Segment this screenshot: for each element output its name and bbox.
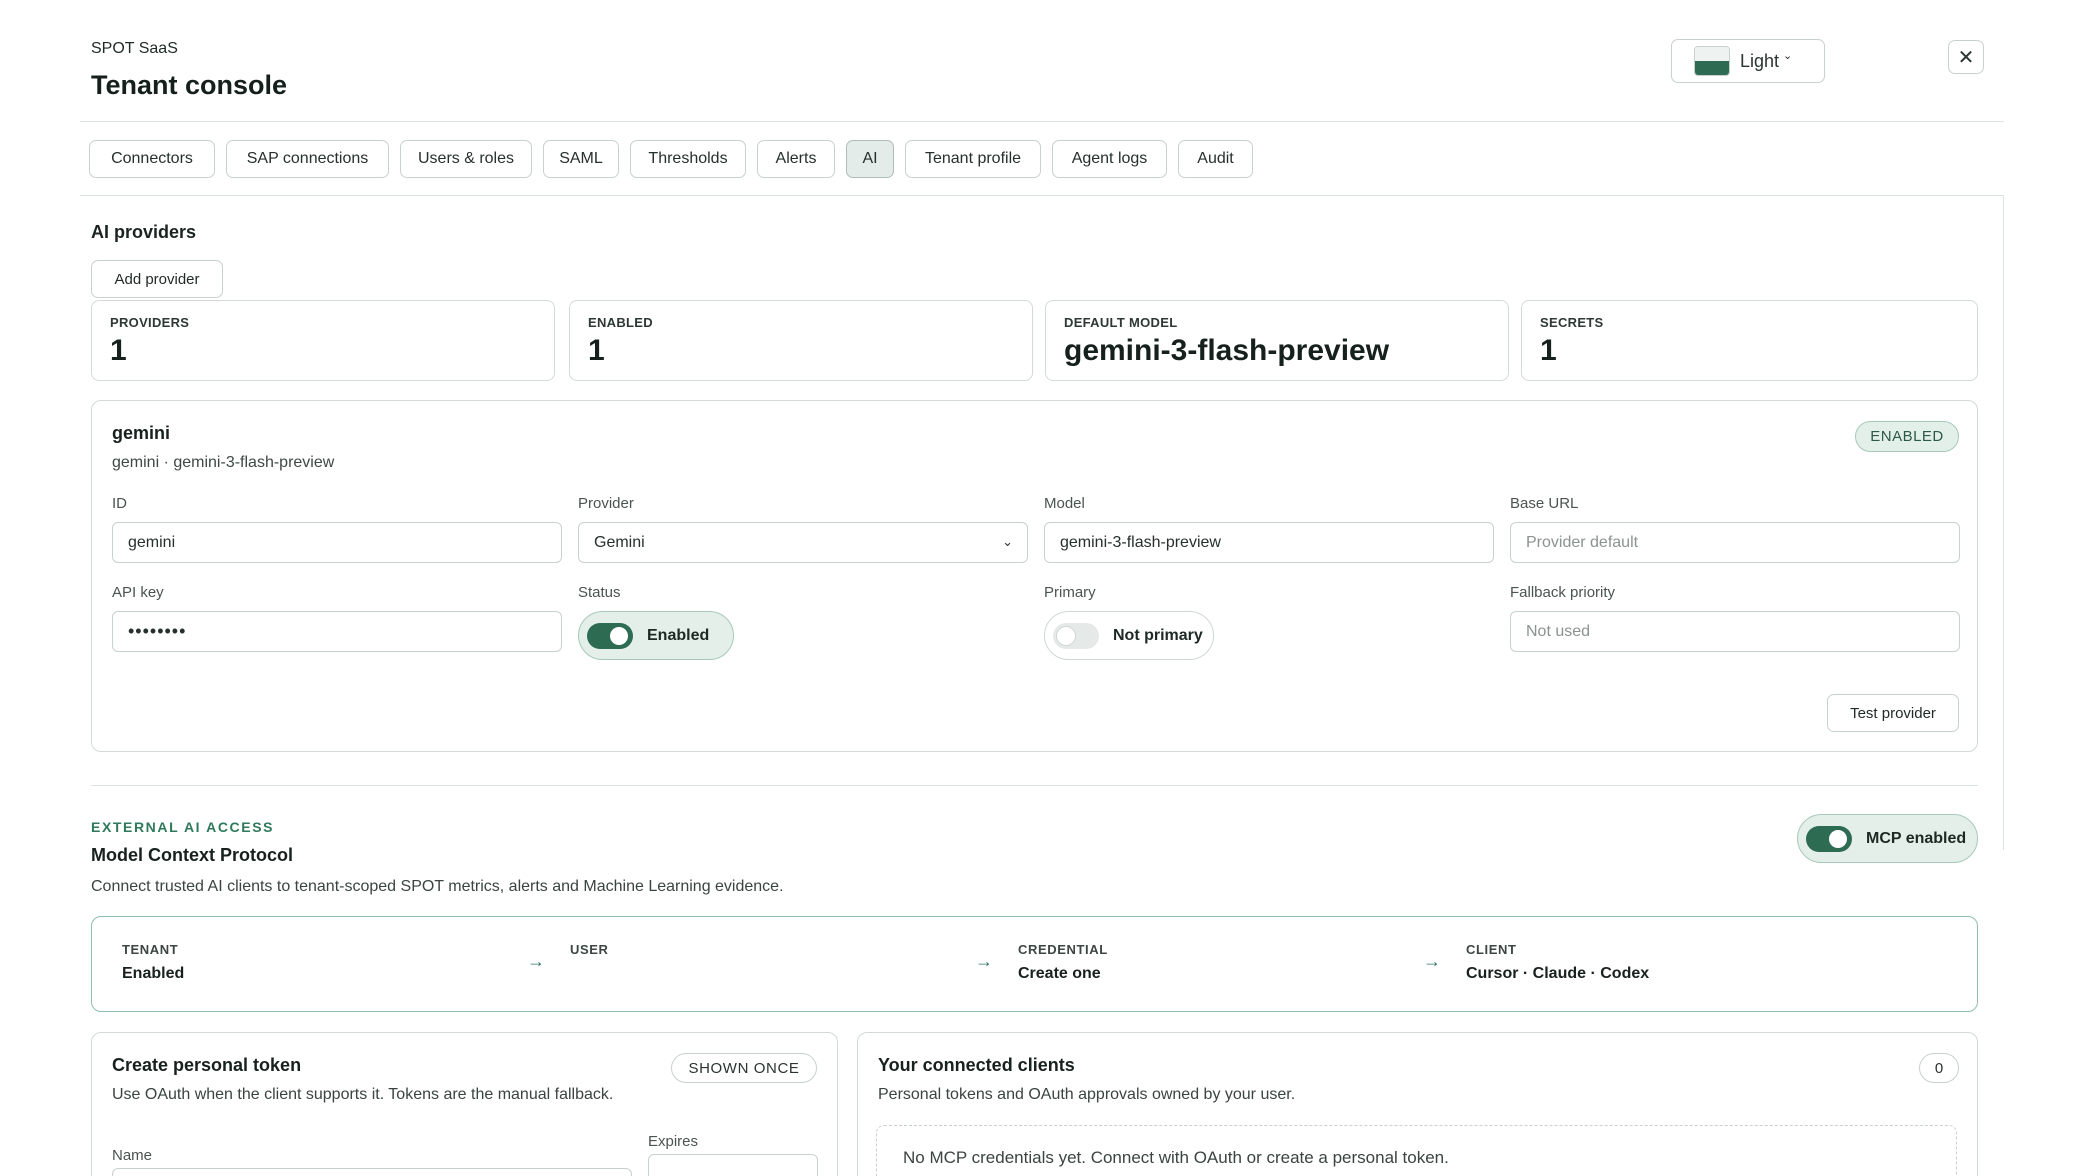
model-label: Model <box>1044 495 1085 512</box>
stat-value: 1 <box>588 334 605 367</box>
primary-toggle[interactable]: Not primary <box>1044 611 1214 660</box>
fallback-priority-label: Fallback priority <box>1510 584 1616 601</box>
arrow-right-icon: → <box>527 951 545 971</box>
status-badge: ENABLED <box>1855 421 1959 452</box>
stat-label: SECRETS <box>1540 315 1604 330</box>
mcp-title: Model Context Protocol <box>91 845 293 865</box>
empty-state: No MCP credentials yet. Connect with OAu… <box>876 1125 1957 1176</box>
stat-value: 1 <box>110 334 127 367</box>
api-key-label: API key <box>112 584 164 601</box>
flow-step-value: Cursor · Claude · Codex <box>1466 965 1650 982</box>
stat-label: PROVIDERS <box>110 315 190 330</box>
panel-divider <box>80 195 2004 196</box>
id-label: ID <box>112 495 127 512</box>
mcp-enabled-toggle[interactable]: MCP enabled <box>1797 814 1978 863</box>
header-divider <box>80 121 2004 122</box>
api-key-input[interactable]: •••••••• <box>112 611 562 652</box>
panel-edge <box>2003 195 2004 850</box>
flow-step-user: USER <box>570 942 609 965</box>
flow-step-value: Enabled <box>122 965 185 982</box>
flow-step-label: TENANT <box>122 942 179 957</box>
tab-connectors[interactable]: Connectors <box>89 140 215 178</box>
tab-tenant-profile[interactable]: Tenant profile <box>905 140 1041 178</box>
theme-select[interactable]: Light ⌄ <box>1671 39 1825 83</box>
tab-alerts[interactable]: Alerts <box>757 140 835 178</box>
access-flow: TENANT Enabled → USER → CREDENTIAL Creat… <box>91 916 1978 1012</box>
flow-step-credential: CREDENTIAL Create one <box>1018 942 1108 983</box>
status-toggle-label: Enabled <box>647 626 710 644</box>
brand-label: SPOT SaaS <box>91 40 178 57</box>
provider-label: Provider <box>578 495 634 512</box>
tab-saml[interactable]: SAML <box>543 140 619 178</box>
mcp-description: Connect trusted AI clients to tenant-sco… <box>91 878 784 895</box>
page-title: Tenant console <box>91 70 288 100</box>
provider-card: gemini gemini · gemini-3-flash-preview E… <box>91 400 1978 752</box>
arrow-right-icon: → <box>975 951 993 971</box>
fallback-priority-input[interactable]: Not used <box>1510 611 1960 652</box>
token-expires-label: Expires <box>648 1133 699 1150</box>
model-input[interactable]: gemini-3-flash-preview <box>1044 522 1494 563</box>
shown-once-badge: SHOWN ONCE <box>671 1053 817 1083</box>
toggle-switch <box>1053 622 1099 649</box>
toggle-switch <box>587 622 633 649</box>
clients-card-title: Your connected clients <box>878 1055 1075 1075</box>
base-url-input[interactable]: Provider default <box>1510 522 1960 563</box>
token-card-title: Create personal token <box>112 1055 302 1075</box>
stat-card-secrets: SECRETS 1 <box>1521 300 1978 381</box>
status-label: Status <box>578 584 621 601</box>
tab-ai[interactable]: AI <box>846 140 894 178</box>
primary-toggle-label: Not primary <box>1113 626 1203 644</box>
mcp-eyebrow: EXTERNAL AI ACCESS <box>91 819 275 835</box>
add-provider-button[interactable]: Add provider <box>91 260 223 298</box>
stat-label: ENABLED <box>588 315 653 330</box>
tab-agent-logs[interactable]: Agent logs <box>1052 140 1167 178</box>
stat-value: 1 <box>1540 334 1557 367</box>
clients-count-badge: 0 <box>1919 1053 1959 1083</box>
flow-step-tenant: TENANT Enabled <box>122 942 184 983</box>
provider-name: gemini <box>112 423 171 443</box>
clients-card-description: Personal tokens and OAuth approvals owne… <box>878 1086 1296 1103</box>
stat-label: DEFAULT MODEL <box>1064 315 1178 330</box>
toggle-switch <box>1806 825 1852 852</box>
stat-value: gemini-3-flash-preview <box>1064 334 1390 367</box>
stat-card-providers: PROVIDERS 1 <box>91 300 555 381</box>
token-card-description: Use OAuth when the client supports it. T… <box>112 1086 614 1103</box>
tab-users-roles[interactable]: Users & roles <box>400 140 532 178</box>
stat-card-default-model: DEFAULT MODEL gemini-3-flash-preview <box>1045 300 1509 381</box>
token-expires-input[interactable] <box>648 1154 818 1176</box>
tab-bar: Connectors SAP connections Users & roles… <box>89 140 1264 178</box>
ai-providers-heading: AI providers <box>91 222 197 242</box>
token-name-input[interactable] <box>112 1168 632 1176</box>
chevron-down-icon: ⌄ <box>1783 49 1793 62</box>
token-name-label: Name <box>112 1147 153 1164</box>
id-input[interactable]: gemini <box>112 522 562 563</box>
flow-step-value: Create one <box>1018 965 1101 982</box>
personal-token-card: Create personal token SHOWN ONCE Use OAu… <box>91 1032 838 1176</box>
tab-thresholds[interactable]: Thresholds <box>630 140 746 178</box>
theme-select-label: Light <box>1740 50 1780 71</box>
close-icon: ✕ <box>1957 46 1975 69</box>
chevron-down-icon: ⌄ <box>1002 534 1013 549</box>
arrow-right-icon: → <box>1423 951 1441 971</box>
flow-step-label: CREDENTIAL <box>1018 942 1108 957</box>
connected-clients-card: Your connected clients 0 Personal tokens… <box>857 1032 1978 1176</box>
base-url-label: Base URL <box>1510 495 1579 512</box>
test-provider-button[interactable]: Test provider <box>1827 694 1959 732</box>
tab-sap-connections[interactable]: SAP connections <box>226 140 389 178</box>
mcp-toggle-label: MCP enabled <box>1866 829 1967 847</box>
flow-step-label: CLIENT <box>1466 942 1517 957</box>
status-toggle[interactable]: Enabled <box>578 611 734 660</box>
provider-select[interactable]: Gemini ⌄ <box>578 522 1028 563</box>
tab-audit[interactable]: Audit <box>1178 140 1253 178</box>
stat-card-enabled: ENABLED 1 <box>569 300 1033 381</box>
flow-step-client: CLIENT Cursor · Claude · Codex <box>1466 942 1649 983</box>
provider-subtitle: gemini · gemini-3-flash-preview <box>112 454 335 471</box>
provider-select-value: Gemini <box>594 533 645 551</box>
close-button[interactable]: ✕ <box>1948 40 1984 74</box>
primary-label: Primary <box>1044 584 1096 601</box>
section-divider <box>91 785 1978 786</box>
flow-step-label: USER <box>570 942 609 957</box>
theme-swatch-icon <box>1694 46 1730 76</box>
